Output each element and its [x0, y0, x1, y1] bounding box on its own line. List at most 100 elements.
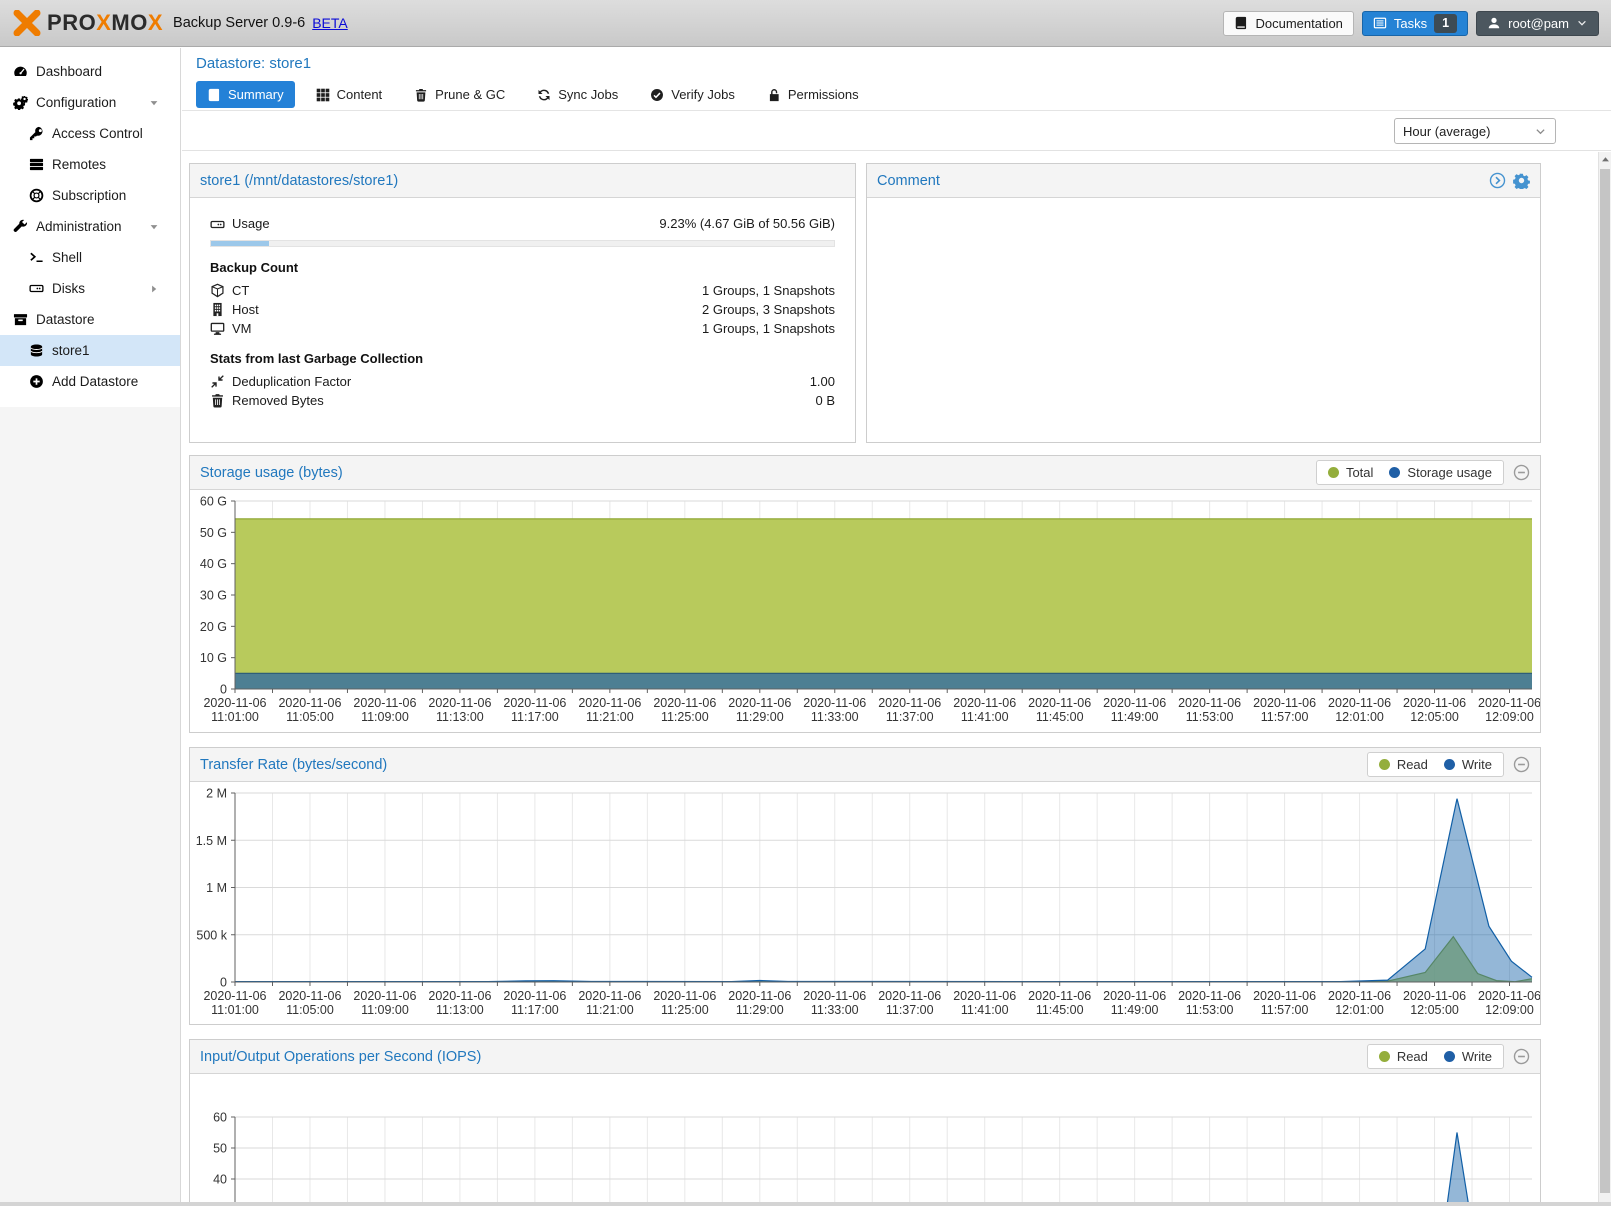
svg-text:11:17:00: 11:17:00: [511, 710, 559, 724]
chart-title: Transfer Rate (bytes/second): [200, 757, 387, 773]
sidebar-item-add-datastore[interactable]: Add Datastore: [0, 366, 180, 397]
svg-text:2020-11-06: 2020-11-06: [278, 989, 341, 1003]
gear-icon[interactable]: [1513, 172, 1530, 189]
svg-text:0: 0: [220, 683, 227, 697]
legend-item-write[interactable]: Write: [1444, 757, 1492, 772]
comment-panel: Comment: [866, 163, 1541, 443]
svg-text:2020-11-06: 2020-11-06: [1178, 989, 1241, 1003]
svg-text:1 M: 1 M: [206, 881, 227, 895]
sidebar-item-label: Dashboard: [36, 64, 102, 79]
gears-icon: [13, 95, 28, 110]
storage-usage-chart: 60 G50 G40 G30 G20 G10 G02020-11-0611:01…: [190, 490, 1540, 732]
usage-row: Usage 9.23% (4.67 GiB of 50.56 GiB): [210, 214, 835, 234]
user-menu-button[interactable]: root@pam: [1476, 11, 1599, 36]
svg-text:11:49:00: 11:49:00: [1111, 710, 1159, 724]
tasks-button[interactable]: Tasks 1: [1362, 11, 1468, 36]
svg-text:11:33:00: 11:33:00: [811, 710, 859, 724]
sidebar-item-configuration[interactable]: Configuration: [0, 87, 180, 118]
svg-text:11:17:00: 11:17:00: [511, 1003, 559, 1017]
svg-text:11:05:00: 11:05:00: [286, 1003, 334, 1017]
window-bottom-edge: [0, 1202, 1611, 1206]
sidebar-item-label: store1: [52, 343, 90, 358]
tasks-count-badge: 1: [1434, 14, 1457, 33]
comment-body[interactable]: [867, 198, 1540, 218]
iops-chart-panel: Input/Output Operations per Second (IOPS…: [189, 1039, 1541, 1206]
top-bar: PROXMOX Backup Server 0.9-6 BETA Documen…: [0, 0, 1611, 47]
legend-item-read[interactable]: Read: [1379, 1049, 1428, 1064]
chevron-right-icon[interactable]: [148, 283, 160, 295]
datastore-info-panel: store1 (/mnt/datastores/store1) Usage 9.…: [189, 163, 856, 443]
sidebar-item-remotes[interactable]: Remotes: [0, 149, 180, 180]
svg-text:2020-11-06: 2020-11-06: [428, 696, 491, 710]
svg-text:12:01:00: 12:01:00: [1335, 1003, 1384, 1017]
svg-text:11:37:00: 11:37:00: [886, 1003, 934, 1017]
sidebar-item-dashboard[interactable]: Dashboard: [0, 56, 180, 87]
database-icon: [29, 343, 44, 358]
sidebar-item-shell[interactable]: Shell: [0, 242, 180, 273]
svg-text:11:05:00: 11:05:00: [286, 710, 334, 724]
tab-content[interactable]: Content: [305, 81, 394, 108]
chevron-down-icon: [1576, 17, 1588, 29]
tab-verify-jobs[interactable]: Verify Jobs: [639, 81, 746, 108]
svg-text:11:37:00: 11:37:00: [886, 710, 934, 724]
ct-row: CT1 Groups, 1 Snapshots: [210, 281, 835, 300]
storage-usage-chart-panel: Storage usage (bytes)TotalStorage usage6…: [189, 455, 1541, 733]
svg-text:2020-11-06: 2020-11-06: [878, 989, 941, 1003]
svg-text:11:57:00: 11:57:00: [1261, 1003, 1309, 1017]
gc-stats-heading: Stats from last Garbage Collection: [210, 351, 835, 366]
svg-text:11:13:00: 11:13:00: [436, 1003, 484, 1017]
svg-text:1.5 M: 1.5 M: [196, 834, 227, 848]
sidebar-item-label: Shell: [52, 250, 82, 265]
legend-item-read[interactable]: Read: [1379, 757, 1428, 772]
svg-text:11:13:00: 11:13:00: [436, 710, 484, 724]
edit-comment-icon[interactable]: [1489, 172, 1506, 189]
svg-text:2020-11-06: 2020-11-06: [1403, 989, 1466, 1003]
cube-icon: [210, 283, 225, 298]
product-version: Backup Server 0.9-6: [173, 15, 305, 31]
tab-sync-jobs[interactable]: Sync Jobs: [526, 81, 629, 108]
sidebar-item-administration[interactable]: Administration: [0, 211, 180, 242]
beta-link[interactable]: BETA: [312, 15, 348, 31]
sidebar-item-disks[interactable]: Disks: [0, 273, 180, 304]
collapse-panel-icon[interactable]: [1513, 1048, 1530, 1065]
backup-count-heading: Backup Count: [210, 260, 835, 275]
svg-text:2 M: 2 M: [206, 787, 227, 801]
svg-text:2020-11-06: 2020-11-06: [653, 989, 716, 1003]
collapse-panel-icon[interactable]: [1513, 464, 1530, 481]
sidebar-item-access-control[interactable]: Access Control: [0, 118, 180, 149]
scrollbar-thumb[interactable]: [1600, 169, 1610, 1193]
transfer-rate-chart: 2 M1.5 M1 M500 k02020-11-0611:01:002020-…: [190, 782, 1540, 1024]
legend-dot: [1389, 467, 1400, 478]
svg-text:2020-11-06: 2020-11-06: [728, 989, 791, 1003]
svg-text:2020-11-06: 2020-11-06: [1028, 696, 1091, 710]
svg-text:2020-11-06: 2020-11-06: [578, 696, 641, 710]
sidebar-item-datastore[interactable]: Datastore: [0, 304, 180, 335]
svg-text:11:49:00: 11:49:00: [1111, 1003, 1159, 1017]
documentation-button[interactable]: Documentation: [1223, 11, 1353, 36]
tab-prune-gc[interactable]: Prune & GC: [403, 81, 516, 108]
collapse-panel-icon[interactable]: [1513, 756, 1530, 773]
chevron-down-icon[interactable]: [148, 221, 160, 233]
sidebar-item-subscription[interactable]: Subscription: [0, 180, 180, 211]
tab-summary[interactable]: Summary: [196, 81, 295, 108]
vertical-scrollbar[interactable]: [1598, 152, 1611, 1202]
svg-text:11:21:00: 11:21:00: [586, 1003, 634, 1017]
user-icon: [1487, 16, 1501, 30]
scroll-up-icon[interactable]: [1600, 154, 1611, 166]
legend-item-total[interactable]: Total: [1328, 465, 1373, 480]
svg-text:2020-11-06: 2020-11-06: [1103, 989, 1166, 1003]
host-row: Host2 Groups, 3 Snapshots: [210, 300, 835, 319]
sidebar-item-store1[interactable]: store1: [0, 335, 180, 366]
svg-text:11:09:00: 11:09:00: [361, 1003, 409, 1017]
timeframe-select[interactable]: Hour (average): [1394, 118, 1556, 144]
legend-dot: [1379, 1051, 1390, 1062]
legend-item-write[interactable]: Write: [1444, 1049, 1492, 1064]
tab-permissions[interactable]: Permissions: [756, 81, 870, 108]
svg-text:11:53:00: 11:53:00: [1186, 710, 1234, 724]
svg-text:50: 50: [213, 1142, 227, 1156]
svg-text:2020-11-06: 2020-11-06: [1328, 989, 1391, 1003]
chevron-down-icon[interactable]: [148, 97, 160, 109]
svg-text:2020-11-06: 2020-11-06: [503, 696, 566, 710]
legend-item-storage-usage[interactable]: Storage usage: [1389, 465, 1492, 480]
svg-text:500 k: 500 k: [196, 928, 227, 942]
